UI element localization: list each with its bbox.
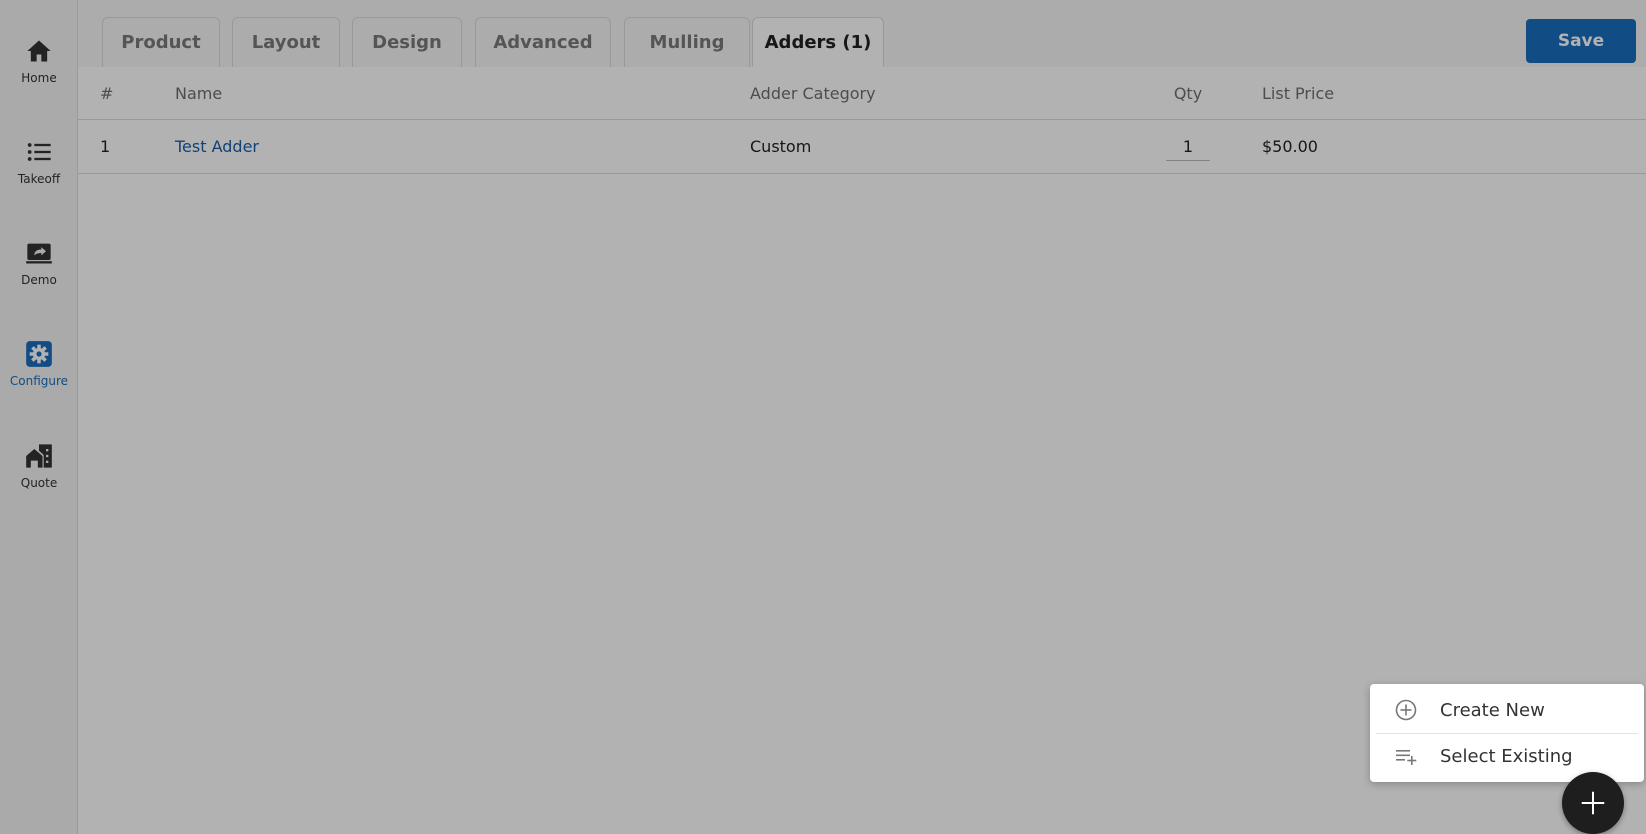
add-fab-button[interactable] — [1562, 772, 1624, 834]
menu-item-select-existing[interactable]: Select Existing — [1370, 734, 1644, 778]
menu-item-create-new[interactable]: Create New — [1370, 688, 1644, 732]
add-adder-menu: Create New Select Existing — [1370, 684, 1644, 782]
add-circle-icon — [1395, 699, 1417, 721]
playlist-add-icon — [1396, 750, 1417, 765]
plus-icon — [1581, 791, 1605, 815]
menu-item-label: Create New — [1440, 699, 1545, 721]
menu-item-label: Select Existing — [1440, 745, 1573, 767]
